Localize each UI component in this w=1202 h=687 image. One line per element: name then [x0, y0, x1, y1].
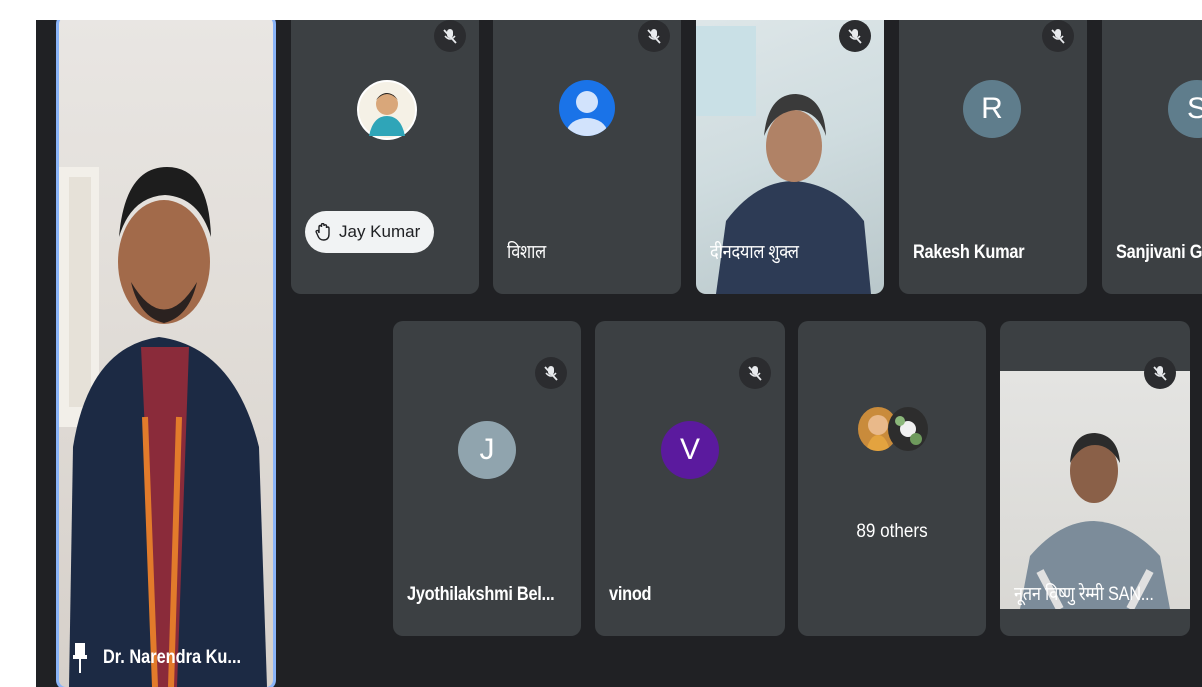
avatar: [888, 407, 928, 451]
mic-off-icon: [839, 20, 871, 52]
avatar: S: [1168, 80, 1202, 138]
mic-off-icon: [535, 357, 567, 389]
avatar-initial: S: [1186, 92, 1202, 125]
avatar: R: [963, 80, 1021, 138]
avatar: [357, 80, 417, 140]
participant-name: Jyothilakshmi Bel...: [407, 584, 555, 605]
default-avatar-icon: [559, 80, 615, 136]
participant-name: Rakesh Kumar: [913, 242, 1025, 263]
pinned-name-label: Dr. Narendra Ku...: [73, 643, 264, 673]
avatar-initial: R: [981, 92, 1003, 125]
raised-hand-badge: Jay Kumar: [305, 211, 435, 253]
mic-off-icon: [434, 20, 466, 52]
participant-tile-jyothilakshmi[interactable]: J Jyothilakshmi Bel...: [393, 321, 581, 636]
others-tile[interactable]: 89 others: [798, 321, 986, 636]
mic-off-icon: [638, 20, 670, 52]
pinned-participant-tile[interactable]: Dr. Narendra Ku...: [56, 20, 276, 687]
mic-off-icon: [739, 357, 771, 389]
participant-tile-vishal[interactable]: विशाल: [493, 20, 681, 294]
avatar: V: [661, 421, 719, 479]
raised-hand-icon: [315, 223, 330, 241]
mic-off-icon: [1042, 20, 1074, 52]
avatar-initial: J: [479, 433, 495, 466]
participant-tile-vinod[interactable]: V vinod: [595, 321, 785, 636]
others-count-label: 89 others: [856, 521, 928, 542]
participant-video: [59, 167, 267, 687]
participant-tile-nutan[interactable]: नूतन विष्णु रेम्मी SAN...: [1000, 321, 1190, 636]
mic-off-icon: [1144, 357, 1176, 389]
participant-name: vinod: [609, 584, 652, 605]
participant-name: दीनदयाल शुक्ल: [710, 242, 799, 263]
participant-name: Sanjivani G: [1116, 242, 1202, 263]
participant-video: [1000, 371, 1190, 609]
pinned-participant-name: Dr. Narendra Ku...: [103, 647, 242, 668]
participant-tile-jay-kumar[interactable]: Jay Kumar: [291, 20, 479, 294]
participant-tile-rakesh-kumar[interactable]: R Rakesh Kumar: [899, 20, 1087, 294]
pin-icon[interactable]: [73, 643, 87, 673]
avatar-initial: V: [679, 433, 700, 466]
avatar: J: [458, 421, 516, 479]
participant-tile-sanjivani[interactable]: S Sanjivani G: [1102, 20, 1202, 294]
participant-name: विशाल: [507, 242, 546, 263]
others-avatars: [858, 407, 930, 455]
participant-name: Jay Kumar: [339, 222, 421, 241]
meeting-grid: Dr. Narendra Ku... Jay Kumar विशाल दीनदय…: [36, 20, 1202, 687]
participant-name: नूतन विष्णु रेम्मी SAN...: [1014, 584, 1154, 605]
participant-tile-deendayal[interactable]: दीनदयाल शुक्ल: [696, 20, 884, 294]
